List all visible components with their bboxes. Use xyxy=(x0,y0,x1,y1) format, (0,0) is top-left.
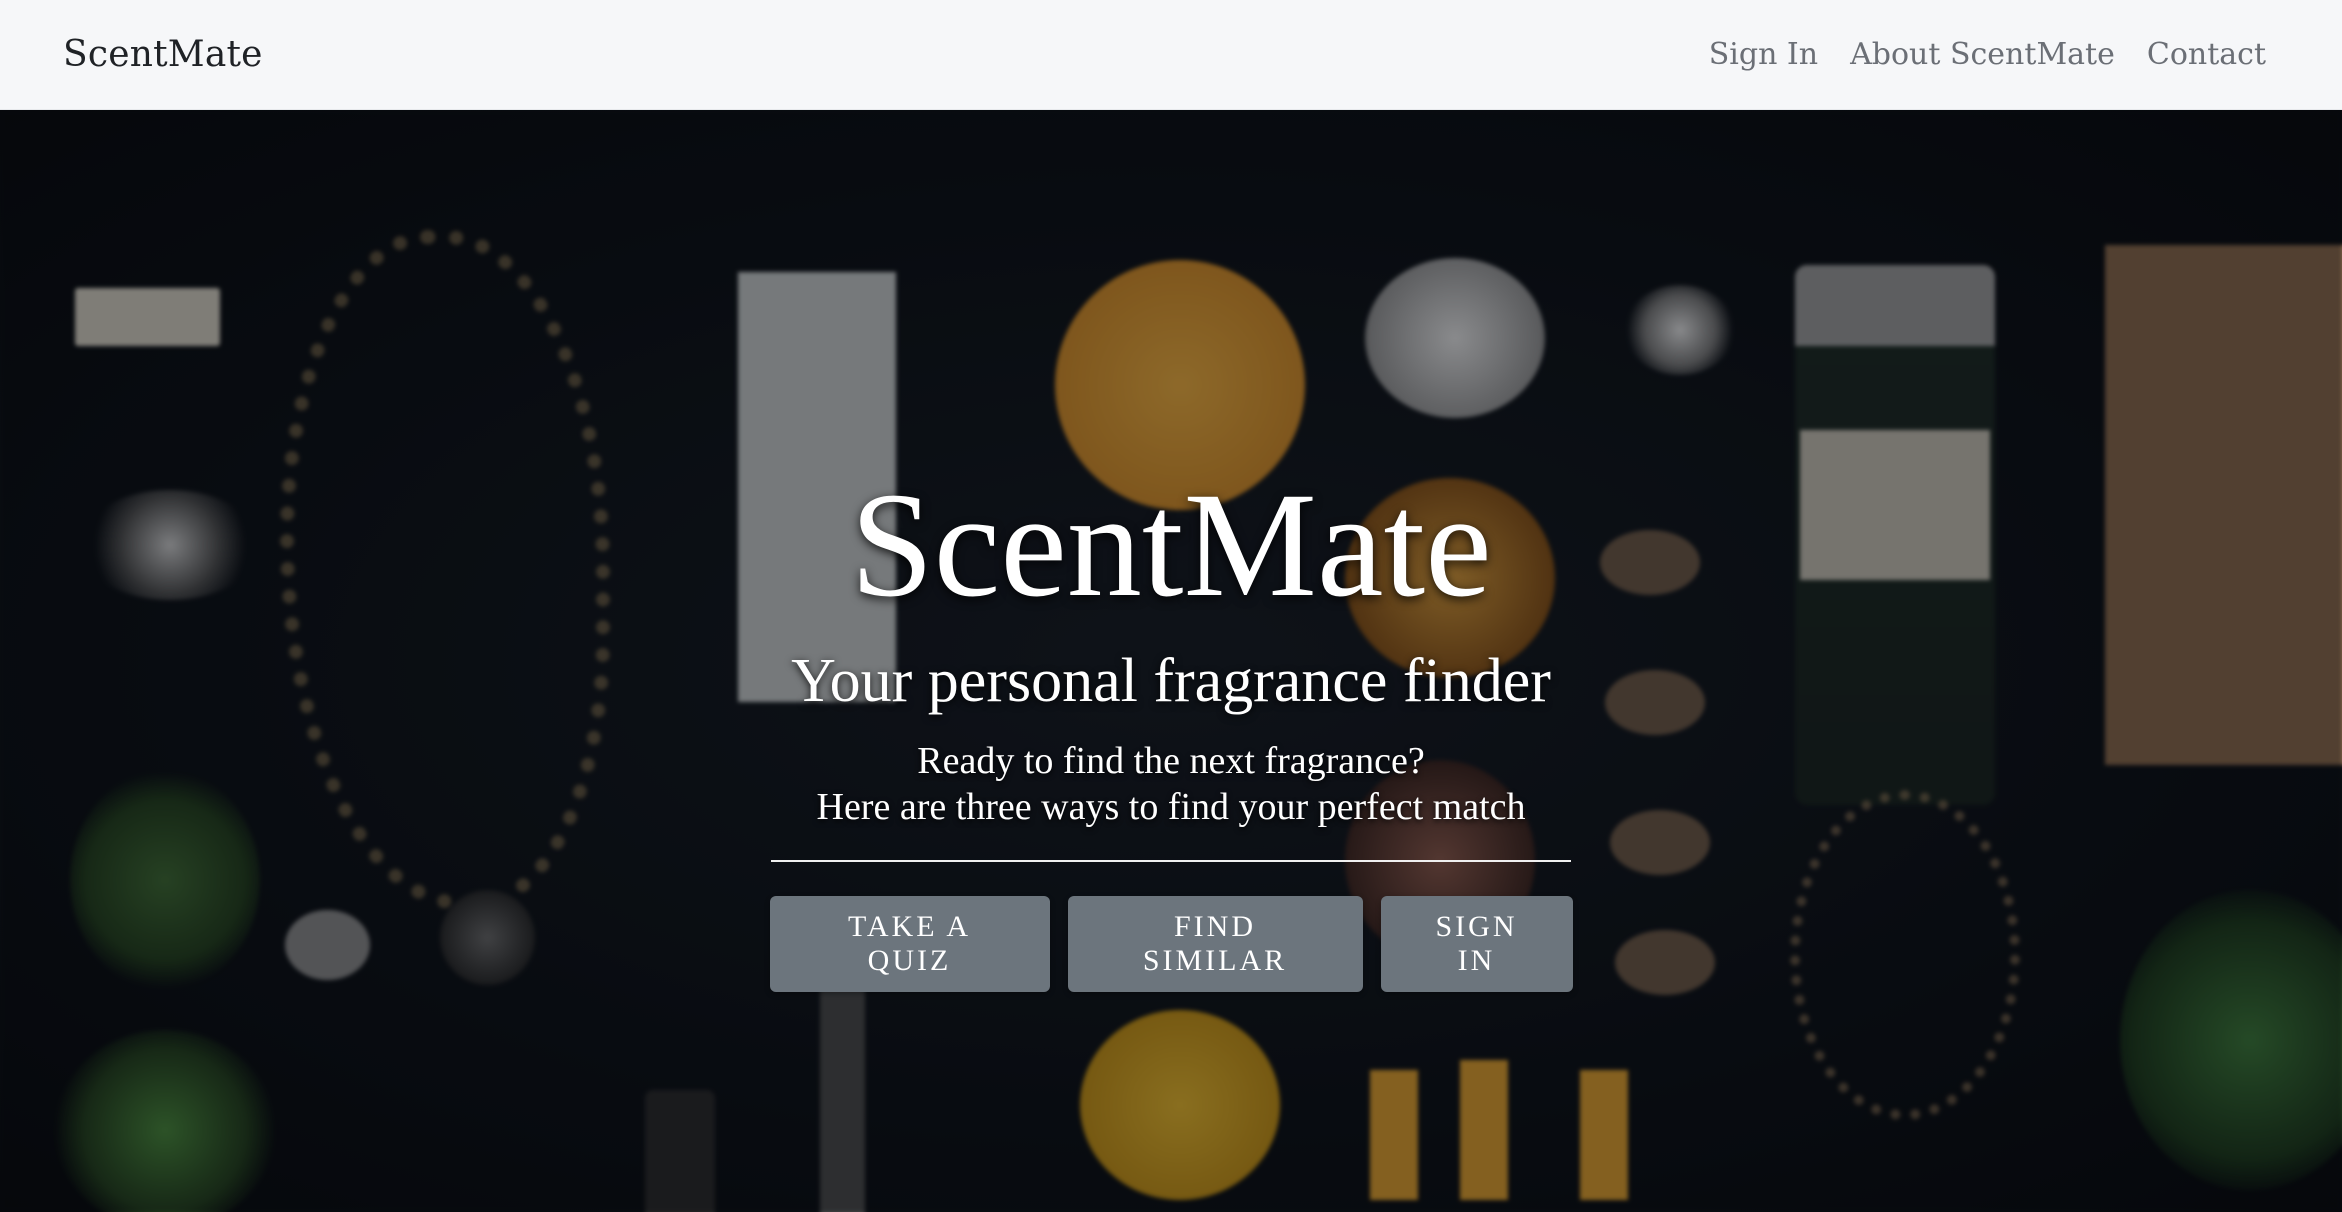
hero-section: ScentMate Your personal fragrance finder… xyxy=(0,110,2342,1212)
nav-link-about[interactable]: About ScentMate xyxy=(1850,37,2115,72)
hero-button-row: Take a Quiz Find Similar Sign In xyxy=(769,896,1573,993)
hero-subtitle: Your personal fragrance finder xyxy=(791,647,1551,715)
hero-content: ScentMate Your personal fragrance finder… xyxy=(0,110,2342,1212)
find-similar-button[interactable]: Find Similar xyxy=(1067,896,1363,993)
take-quiz-button[interactable]: Take a Quiz xyxy=(769,896,1050,993)
hero-sign-in-button[interactable]: Sign In xyxy=(1380,896,1573,993)
hero-prompt-line-2: Here are three ways to find your perfect… xyxy=(816,785,1526,828)
hero-prompt-line-1: Ready to find the next fragrance? xyxy=(917,740,1425,782)
hero-title: ScentMate xyxy=(850,462,1492,628)
nav-link-contact[interactable]: Contact xyxy=(2147,37,2266,72)
hero-divider xyxy=(771,860,1571,863)
nav-link-sign-in[interactable]: Sign In xyxy=(1709,37,1818,72)
brand-logo-link[interactable]: ScentMate xyxy=(63,34,263,75)
top-navbar: ScentMate Sign In About ScentMate Contac… xyxy=(0,0,2342,110)
nav-links: Sign In About ScentMate Contact xyxy=(1709,37,2266,72)
